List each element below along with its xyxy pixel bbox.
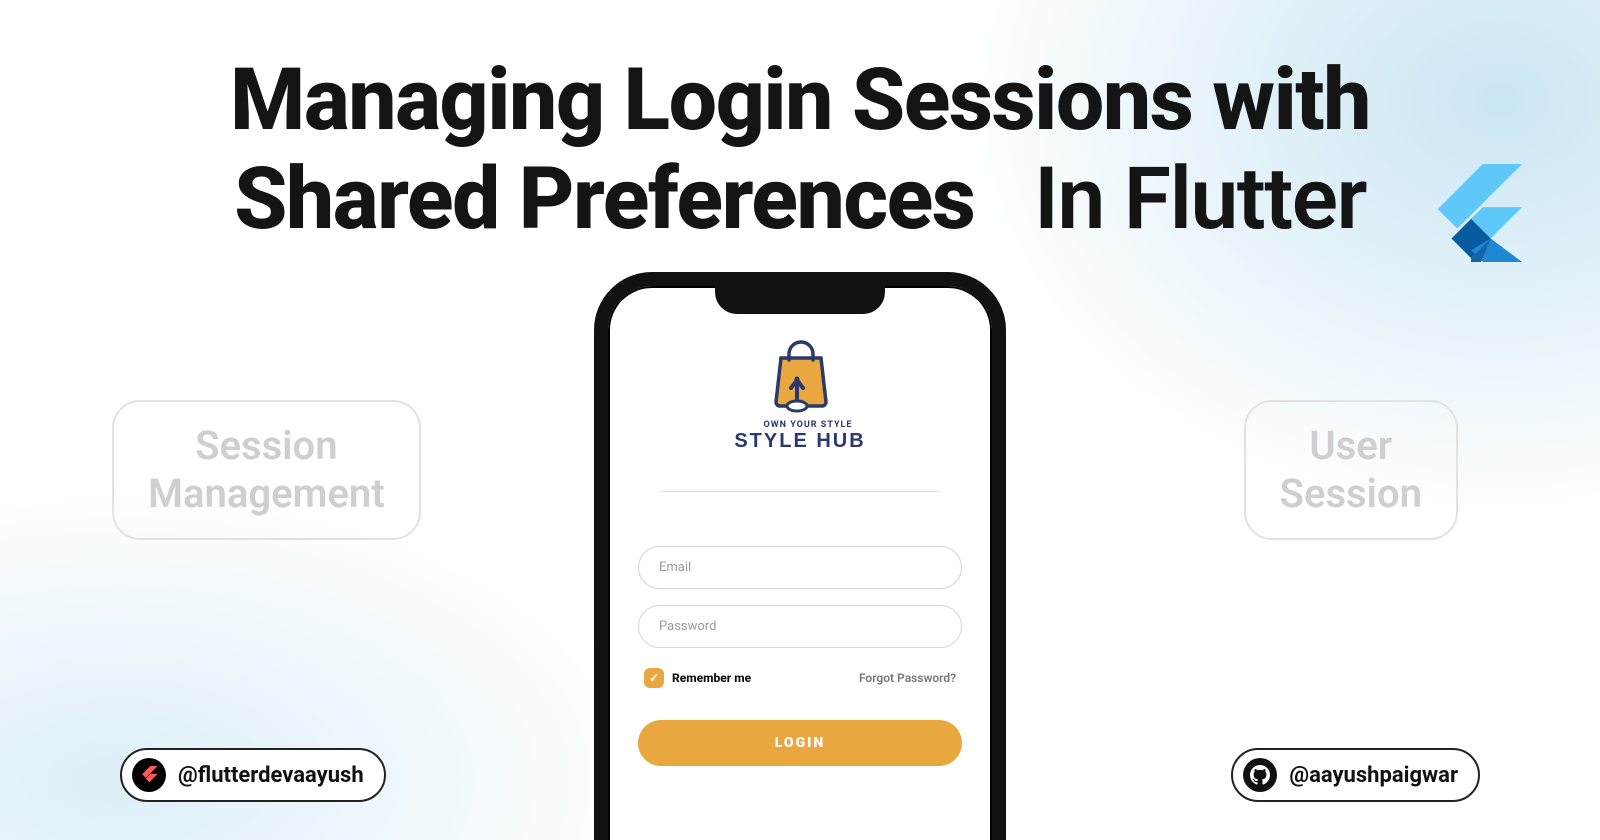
tag-session-management: Session Management [112, 400, 421, 540]
title-in-flutter: In Flutter [1034, 148, 1366, 249]
remember-me-checkbox[interactable]: ✓ Remember me [644, 668, 751, 688]
tag-left-line1: Session [148, 422, 385, 470]
phone-screen: OWN YOUR STYLE STYLE HUB Email Password … [608, 286, 992, 840]
social-handle-github[interactable]: @aayushpaigwar [1231, 748, 1480, 802]
github-icon [1243, 758, 1277, 792]
divider [660, 491, 940, 492]
tag-right-line2: Session [1280, 470, 1422, 518]
flutter-logo-icon [1426, 164, 1524, 262]
password-field[interactable]: Password [638, 605, 962, 648]
remember-me-label: Remember me [672, 671, 751, 685]
main-title: Managing Login Sessions with Shared Pref… [0, 54, 1600, 244]
social-handle-twitter[interactable]: @flutterdevaayush [120, 748, 386, 802]
brand-tagline: OWN YOUR STYLE [748, 420, 853, 430]
tag-right-line1: User [1280, 422, 1422, 470]
tag-left-line2: Management [148, 470, 385, 518]
phone-side-button [1004, 486, 1006, 582]
title-line-2: Shared Preferences In Flutter [0, 153, 1600, 244]
checkbox-checked-icon: ✓ [644, 668, 664, 688]
title-line-1: Managing Login Sessions with [0, 54, 1600, 145]
forgot-password-link[interactable]: Forgot Password? [859, 671, 956, 685]
handle-left-text: @flutterdevaayush [178, 763, 364, 788]
phone-side-button [594, 490, 596, 552]
tag-user-session: User Session [1244, 400, 1458, 540]
shopping-bag-icon [759, 338, 841, 416]
handle-right-text: @aayushpaigwar [1289, 763, 1458, 788]
app-logo: OWN YOUR STYLE STYLE HUB [734, 338, 865, 453]
flutter-badge-icon [132, 758, 166, 792]
remember-forgot-row: ✓ Remember me Forgot Password? [638, 668, 962, 688]
phone-mockup: OWN YOUR STYLE STYLE HUB Email Password … [594, 272, 1006, 840]
title-shared-prefs: Shared Preferences [234, 148, 974, 249]
login-button[interactable]: LOGIN [638, 720, 962, 766]
phone-side-button [594, 434, 596, 468]
email-field[interactable]: Email [638, 546, 962, 589]
login-form: Email Password ✓ Remember me Forgot Pass… [638, 546, 962, 766]
brand-name: STYLE HUB [734, 430, 865, 453]
banner-canvas: Managing Login Sessions with Shared Pref… [0, 0, 1600, 840]
phone-side-button [594, 566, 596, 628]
